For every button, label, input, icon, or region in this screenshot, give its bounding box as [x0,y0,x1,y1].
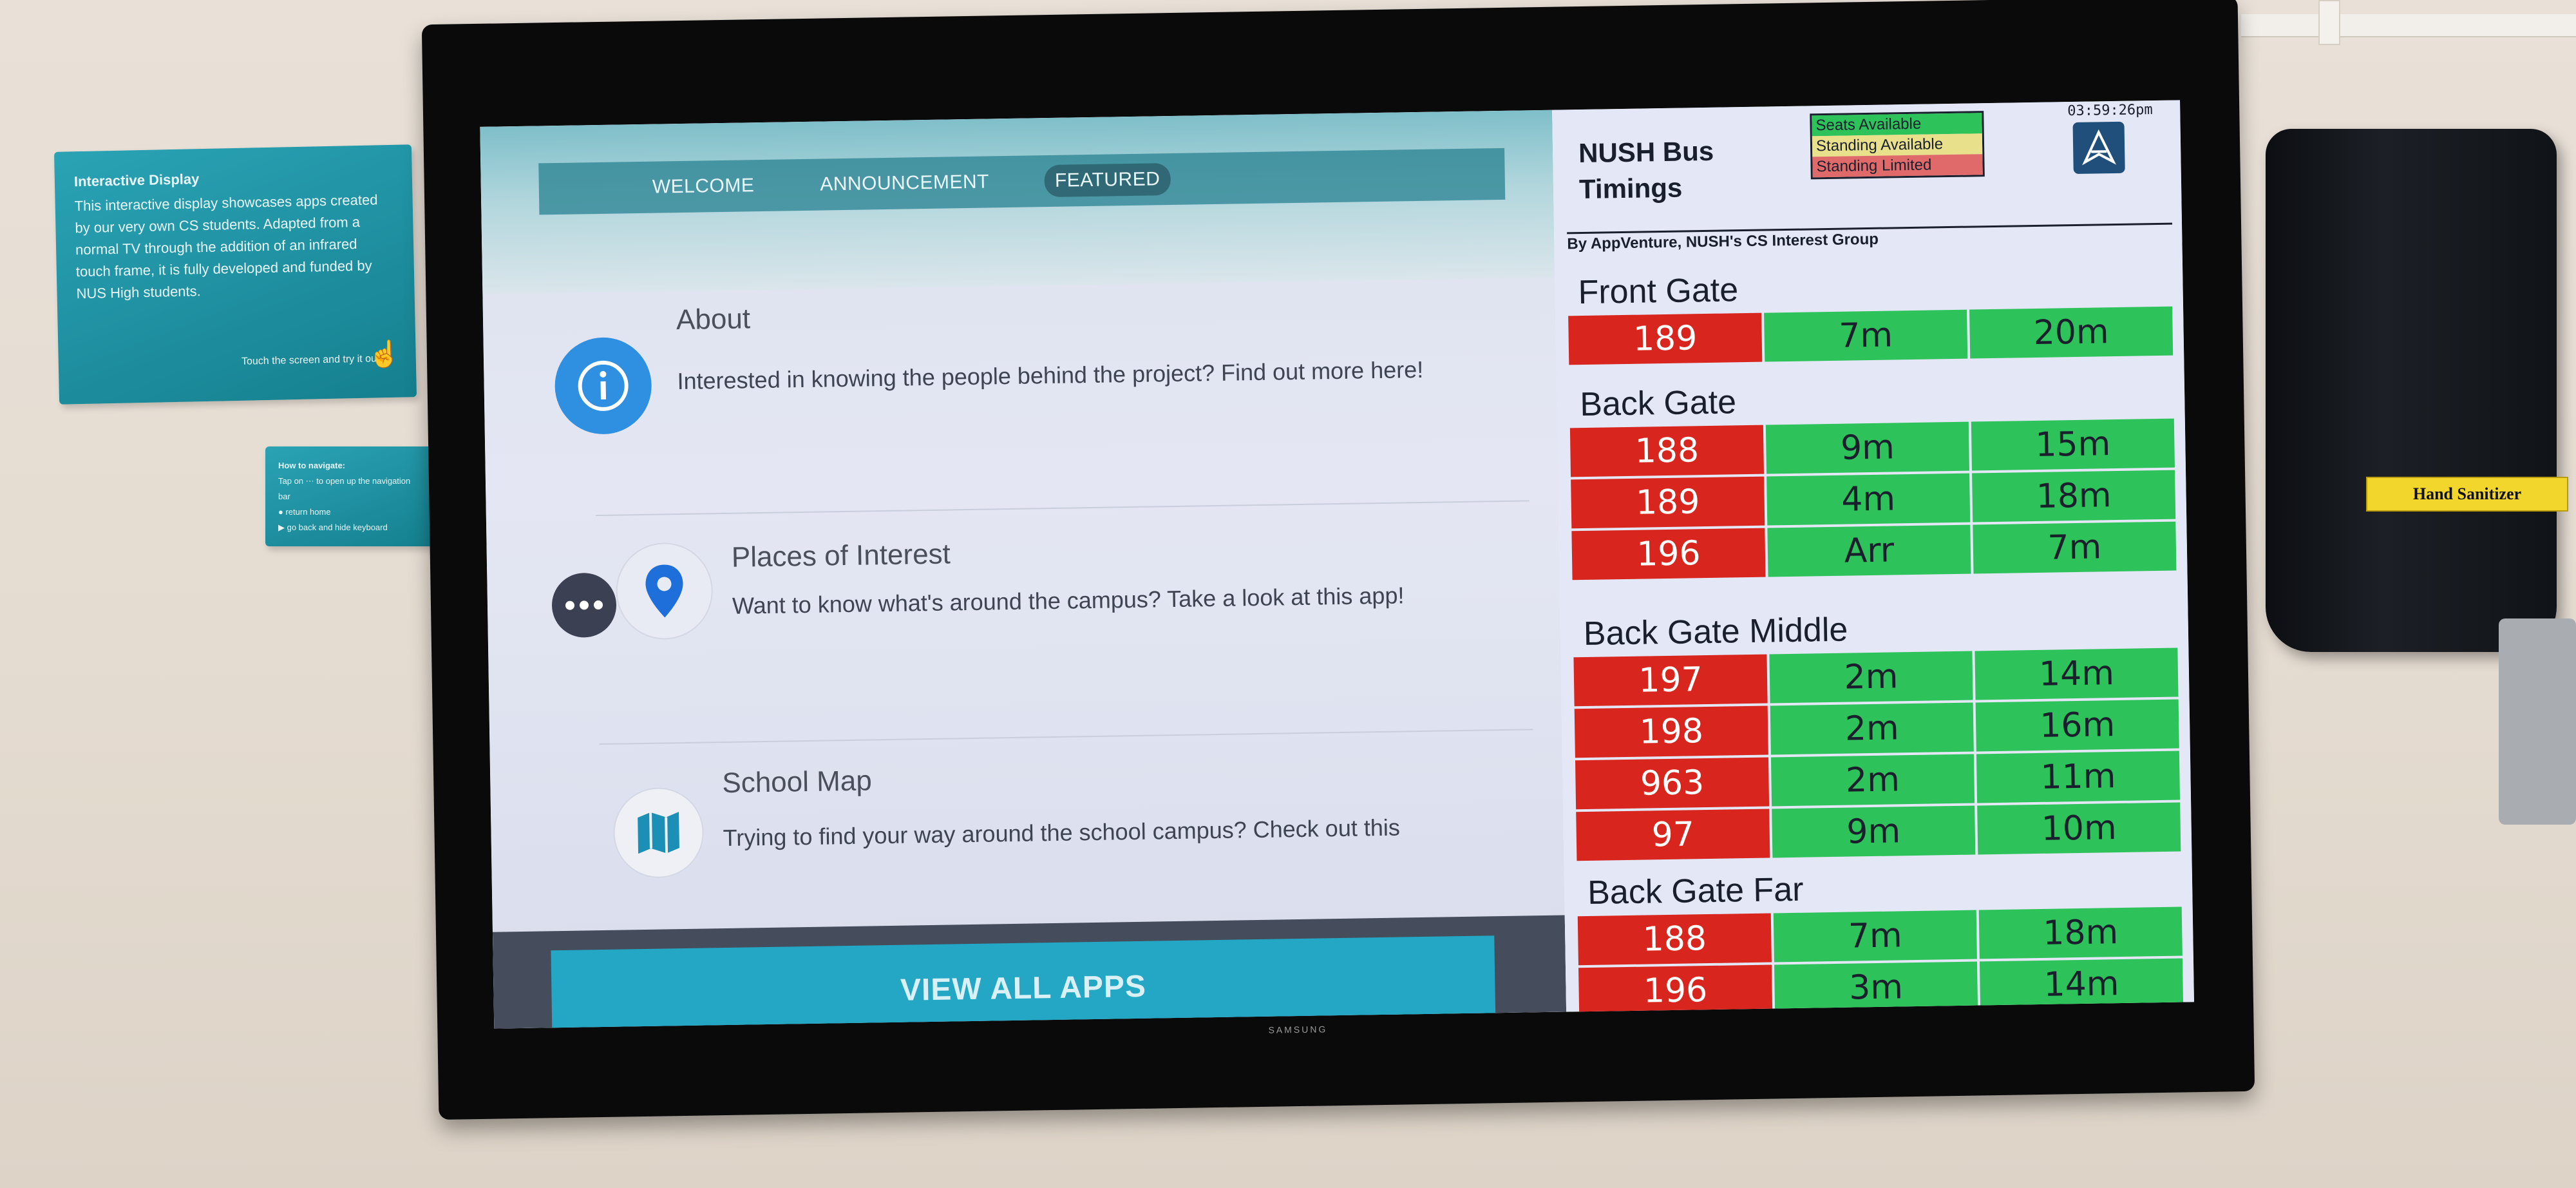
next-bus-time: 7m [1773,910,1977,963]
bus-service-number: 198 [1574,705,1768,758]
subsequent-bus-time: 18m [1972,470,2176,522]
legend-item: Standing Available [1812,133,1983,157]
bus-service-number: 189 [1568,312,1763,365]
folded-map-icon [612,787,705,879]
bus-service-row: 189 7m 20m [1568,306,2174,365]
info-icon [554,336,652,436]
bus-byline: By AppVenture, NUSH's CS Interest Group [1567,222,2173,254]
plaque-title: Interactive Display [73,171,200,190]
feature-about[interactable]: About Interested in knowing the people b… [553,278,1490,486]
bus-stop: Back Gate 188 9m 15m 189 4m 18m 196 Arr 7m [1569,372,2178,583]
bus-stop: Back Gate Middle 197 2m 14m 198 2m 16m 963 2m 11m… [1573,602,2182,864]
feature-title: About [676,303,751,336]
tv-monitor: WELCOME ANNOUNCEMENT FEATURED About Inte… [421,0,2255,1120]
bus-service-number: 196 [1578,964,1773,1017]
subsequent-bus-time: 18m [1978,906,2183,959]
bus-service-row: 963 2m 11m [1575,751,2181,810]
bus-service-number: 97 [1576,809,1770,861]
plaque-nav-line: ● return home [278,507,331,517]
next-bus-time: 3m [1774,961,1978,1014]
next-bus-time: 9m [1772,805,1976,858]
sanitizer-label: Hand Sanitizer [2366,477,2568,512]
bus-service-row: 97 9m 10m [1576,802,2182,861]
map-pin-icon [615,542,714,640]
feature-description: Interested in knowing the people behind … [677,356,1424,395]
plaque-nav-title: How to navigate: [278,461,346,470]
subsequent-bus-time: 16m [1975,699,2179,752]
bus-stop: Back Gate Far 188 7m 18m 196 3m 14m [1577,860,2185,1019]
tab-welcome[interactable]: WELCOME [641,169,764,204]
bus-service-row: 196 3m 14m [1578,958,2184,1017]
wall-bracket [2499,618,2576,825]
next-bus-time: 2m [1770,702,1974,755]
bus-title-line: Timings [1578,172,1683,205]
bottom-bar: VIEW ALL APPS [492,915,1567,1029]
next-bus-time: Arr [1767,524,1971,577]
bus-title-line: NUSH Bus [1578,135,1714,169]
next-bus-time: 7m [1764,309,1968,362]
bus-service-number: 197 [1573,654,1768,707]
tab-announcement[interactable]: ANNOUNCEMENT [810,166,999,201]
subsequent-bus-time: 15m [1971,418,2175,471]
more-options-button[interactable] [551,572,617,638]
next-bus-time: 2m [1769,651,1973,704]
hand-pointer-icon: ☝ [368,340,401,369]
clock: 03:59:26pm [2067,102,2153,120]
legend-item: Seats Available [1812,113,1982,137]
bus-service-row: 197 2m 14m [1573,647,2179,707]
monitor-brand: SAMSUNG [1268,1024,1328,1035]
bus-panel-title: NUSH Bus Timings [1578,133,1715,207]
plaque-text: This interactive display showcases apps … [74,191,378,302]
subsequent-bus-time: 20m [1969,306,2174,359]
feature-description: Want to know what's around the campus? T… [732,582,1405,619]
bus-service-row: 196 Arr 7m [1571,521,2177,580]
plaque-nav-line: ▶ go back and hide keyboard [278,522,388,532]
feature-places-of-interest[interactable]: Places of Interest Want to know what's a… [551,523,1519,719]
plaque-touch-hint: Touch the screen and try it out! [241,353,383,367]
hand-sanitizer-dispenser: Hand Sanitizer [2266,129,2568,652]
navigation-plaque: How to navigate: Tap on ⋯ to open up the… [265,446,434,546]
wall-pipe [2241,0,2576,45]
bus-service-row: 198 2m 16m [1574,699,2181,758]
bus-service-row: 189 4m 18m [1571,470,2177,529]
next-bus-time: 9m [1765,421,1969,474]
bus-service-number: 963 [1575,757,1770,810]
bus-timings-panel: NUSH Bus Timings Seats Available Standing… [1552,100,2194,1017]
appventure-logo-icon [2072,121,2125,174]
feature-description: Trying to find your way around the schoo… [723,814,1401,852]
bus-service-number: 188 [1569,425,1765,477]
bus-service-number: 188 [1577,913,1772,966]
subsequent-bus-time: 11m [1976,751,2181,803]
info-plaque: Interactive Display This interactive dis… [53,144,417,405]
subsequent-bus-time: 14m [1975,647,2179,700]
bus-stop: Front Gate 189 7m 20m [1567,260,2174,368]
view-all-apps-button[interactable]: VIEW ALL APPS [551,935,1496,1029]
feature-title: School Map [721,765,873,800]
subsequent-bus-time: 14m [1979,958,2184,1011]
feature-title: Places of Interest [731,538,951,573]
subsequent-bus-time: 7m [1973,521,2177,574]
tab-featured[interactable]: FEATURED [1044,163,1171,198]
legend-item: Standing Limited [1812,154,1983,178]
bus-service-row: 188 7m 18m [1577,906,2184,966]
availability-legend: Seats Available Standing Available Standin… [1810,111,1985,180]
next-bus-time: 2m [1770,754,1975,807]
touch-screen: WELCOME ANNOUNCEMENT FEATURED About Inte… [480,100,2194,1029]
bus-service-number: 196 [1571,528,1766,580]
subsequent-bus-time: 10m [1977,802,2181,855]
plaque-nav-line: Tap on ⋯ to open up the navigation bar [278,476,411,501]
bus-service-number: 189 [1571,476,1765,529]
app-showcase: WELCOME ANNOUNCEMENT FEATURED About Inte… [480,110,1567,1029]
next-bus-time: 4m [1766,473,1971,526]
feature-school-map[interactable]: School Map Trying to find your way aroun… [612,748,1549,930]
bus-service-row: 188 9m 15m [1569,418,2176,477]
